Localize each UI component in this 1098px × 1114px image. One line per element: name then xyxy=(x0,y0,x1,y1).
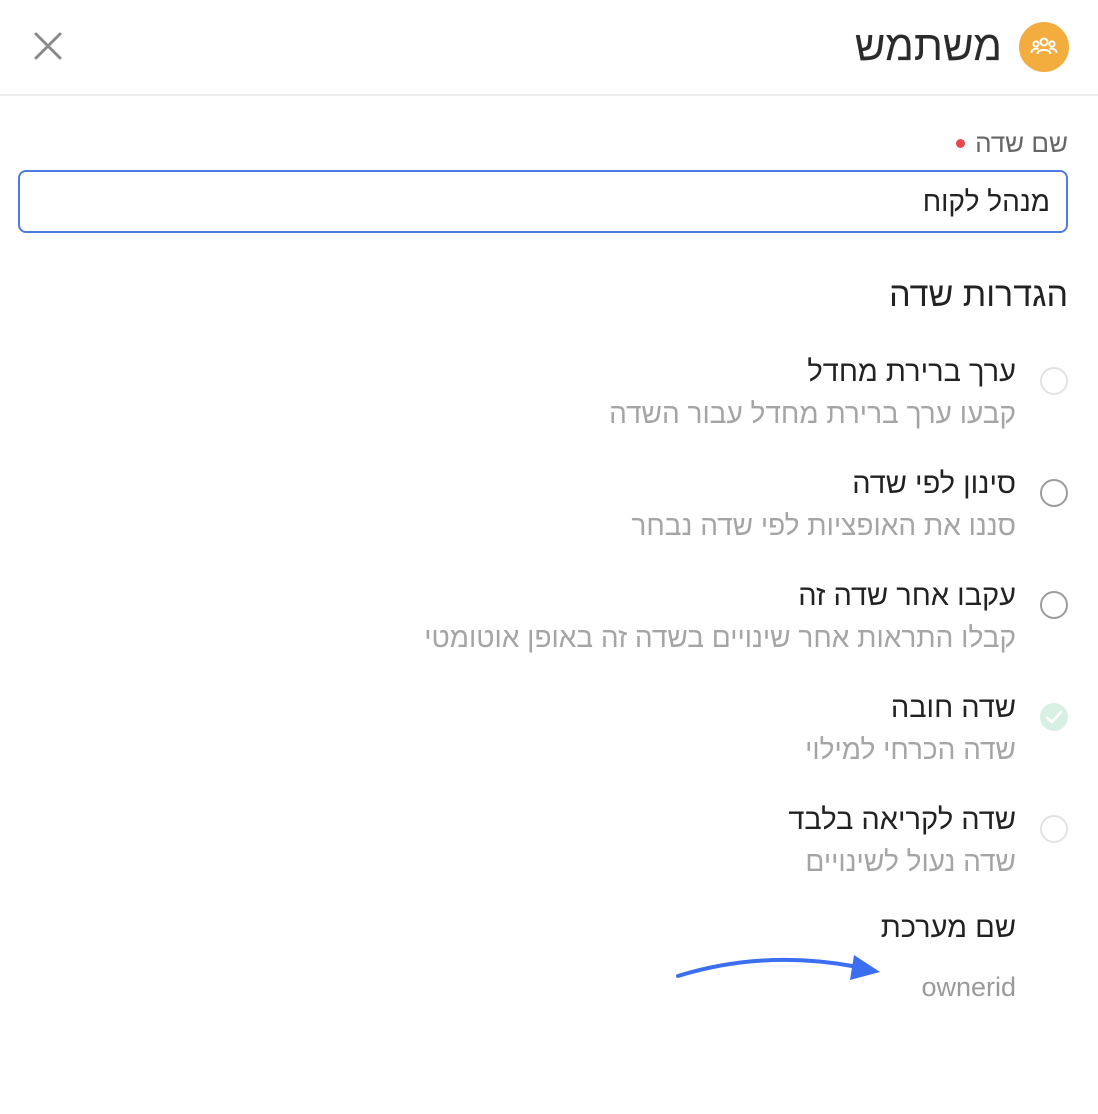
setting-toggle[interactable] xyxy=(1040,815,1068,843)
field-settings-panel: משתמש שם שדה הגדרות שדה ערך ברירת מחדל ק… xyxy=(0,0,1098,1114)
close-button[interactable] xyxy=(30,28,66,64)
setting-title: סינון לפי שדה xyxy=(852,468,1016,500)
setting-description: קבעו ערך ברירת מחדל עבור השדה xyxy=(609,398,1016,429)
system-name-value: ownerid xyxy=(921,972,1016,1002)
field-name-label-row: שם שדה xyxy=(956,128,1068,159)
setting-toggle[interactable] xyxy=(1040,479,1068,507)
system-name-label: שם מערכת xyxy=(880,912,1016,944)
panel-header: משתמש xyxy=(0,0,1098,96)
setting-description: קבלו התראות אחר שינויים בשדה זה באופן או… xyxy=(424,622,1016,653)
entity-avatar xyxy=(1019,22,1069,72)
setting-toggle-checked[interactable] xyxy=(1040,703,1068,731)
setting-read-only[interactable]: שדה לקריאה בלבד שדה נעול לשינויים xyxy=(348,804,1068,894)
arrow-icon xyxy=(676,955,880,980)
setting-description: שדה נעול לשינויים xyxy=(805,846,1016,877)
users-group-icon xyxy=(1030,37,1058,55)
field-name-label: שם שדה xyxy=(975,128,1068,158)
setting-filter-by-field[interactable]: סינון לפי שדה סננו את האופציות לפי שדה נ… xyxy=(348,468,1068,558)
section-title: הגדרות שדה xyxy=(889,276,1068,314)
setting-required-field[interactable]: שדה חובה שדה הכרחי למילוי xyxy=(348,692,1068,782)
setting-title: שדה חובה xyxy=(890,692,1016,724)
required-indicator xyxy=(956,139,966,148)
setting-title: שדה לקריאה בלבד xyxy=(788,804,1016,836)
setting-default-value[interactable]: ערך ברירת מחדל קבעו ערך ברירת מחדל עבור … xyxy=(348,356,1068,446)
setting-follow-field[interactable]: עקבו אחר שדה זה קבלו התראות אחר שינויים … xyxy=(348,580,1068,670)
setting-toggle[interactable] xyxy=(1040,367,1068,395)
setting-title: ערך ברירת מחדל xyxy=(807,356,1016,388)
close-icon[interactable] xyxy=(30,28,66,64)
check-icon xyxy=(1045,710,1063,724)
setting-description: שדה הכרחי למילוי xyxy=(805,734,1016,765)
setting-toggle[interactable] xyxy=(1040,591,1068,619)
setting-description: סננו את האופציות לפי שדה נבחר xyxy=(631,510,1016,541)
field-name-input[interactable] xyxy=(18,170,1068,233)
setting-title: עקבו אחר שדה זה xyxy=(798,580,1016,612)
panel-title: משתמש xyxy=(854,22,1002,69)
